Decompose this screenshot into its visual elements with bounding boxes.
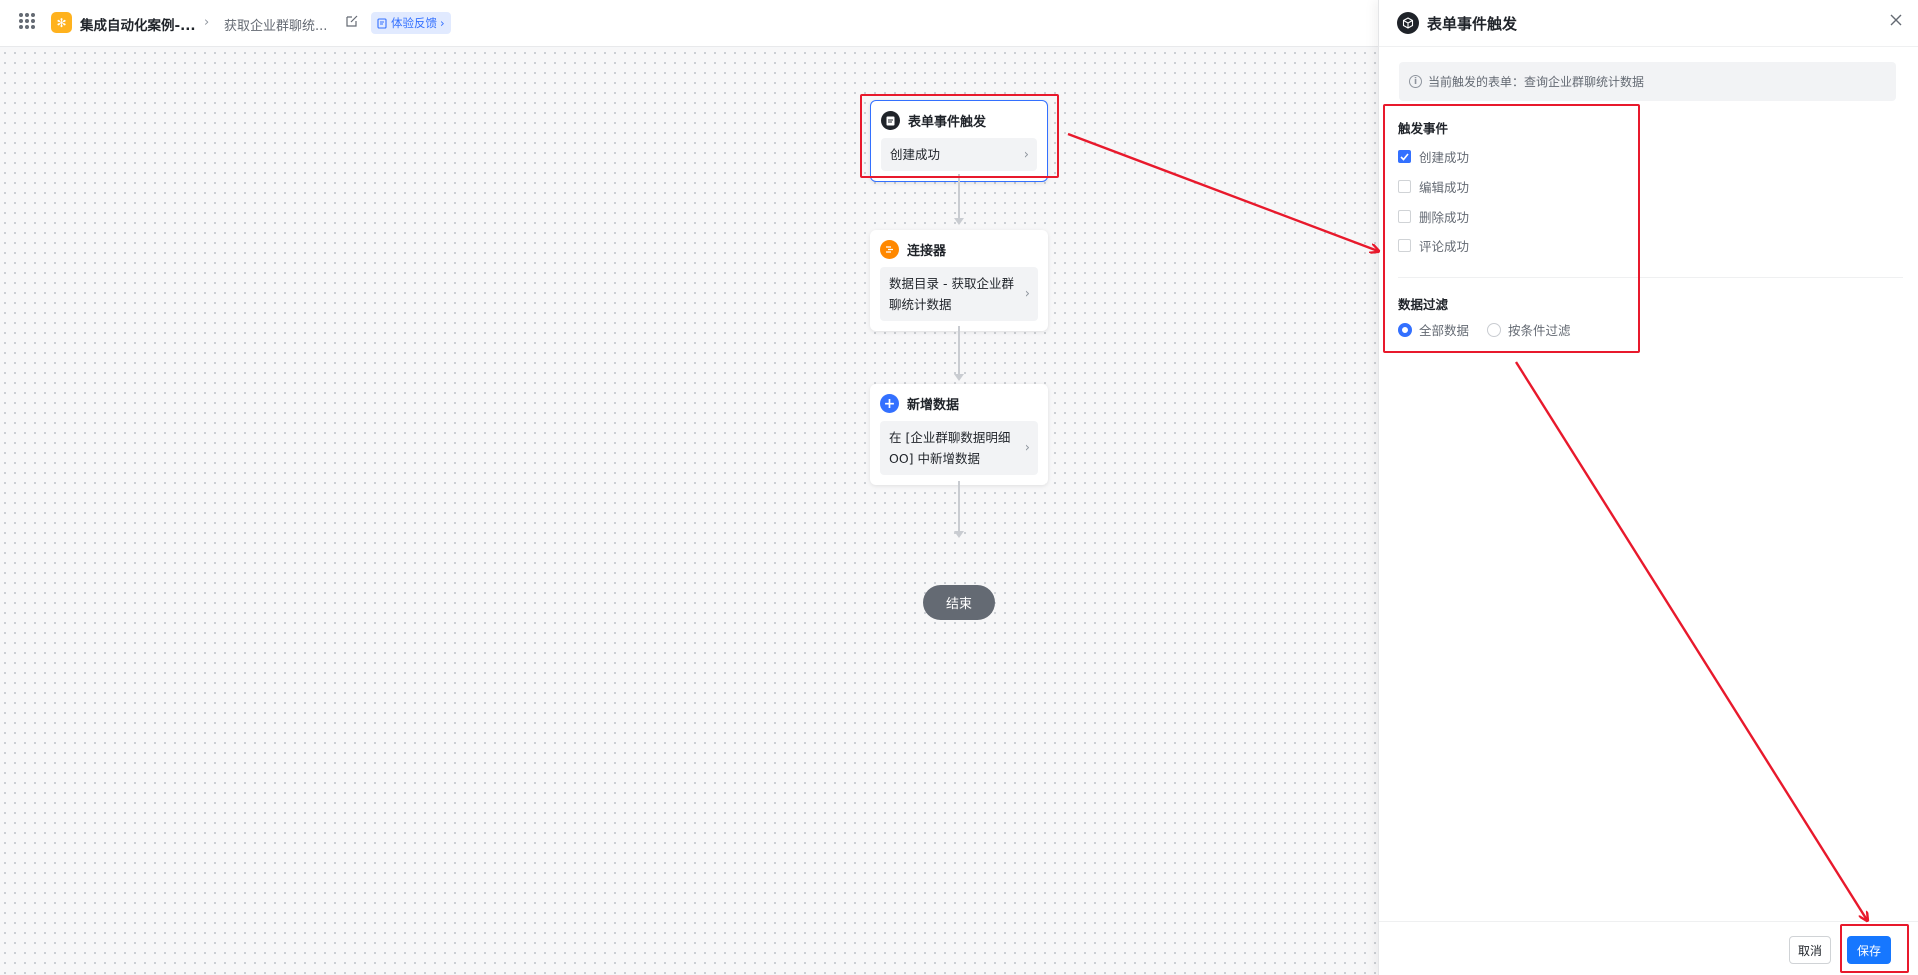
arrow-down-icon [954, 374, 964, 381]
node-body[interactable]: 在 [企业群聊数据明细OO] 中新增数据 › [880, 421, 1038, 475]
connector-icon [880, 240, 899, 259]
current-form-info: i 当前触发的表单：查询企业群聊统计数据 [1399, 62, 1896, 101]
trigger-section-title: 触发事件 [1398, 121, 1449, 136]
checkbox-label: 编辑成功 [1419, 180, 1470, 195]
app-logo-icon: ✻ [51, 12, 72, 33]
section-divider [1398, 277, 1903, 278]
arrow-down-icon [954, 531, 964, 538]
top-bar: ✻ 集成自动化案例-... › 获取企业群聊统... 体验反馈 › [0, 0, 1378, 47]
radio-label: 按条件过滤 [1508, 323, 1571, 338]
save-button[interactable]: 保存 [1847, 936, 1891, 964]
cancel-button[interactable]: 取消 [1789, 936, 1831, 964]
feedback-label: 体验反馈 [391, 16, 437, 30]
checkbox-unchecked[interactable] [1398, 239, 1411, 252]
trigger-event-create[interactable]: 创建成功 [1398, 147, 1469, 166]
connector-line [958, 481, 960, 533]
end-node[interactable]: 结束 [923, 585, 995, 620]
connector-line [958, 326, 960, 376]
flow-name-breadcrumb[interactable]: 获取企业群聊统... [224, 15, 327, 34]
node-title: 新增数据 [907, 398, 960, 413]
filter-section-title: 数据过滤 [1398, 297, 1449, 312]
node-body[interactable]: 创建成功 › [881, 138, 1037, 171]
panel-title: 表单事件触发 [1427, 14, 1518, 33]
apps-grid-icon[interactable] [19, 13, 35, 29]
node-body-text: 数据目录 - 获取企业群聊统计数据 [889, 276, 1014, 312]
flow-node-trigger[interactable]: 表单事件触发 创建成功 › [870, 100, 1048, 182]
flow-canvas[interactable]: 表单事件触发 创建成功 › 连接器 数据目录 - 获取企业群聊统计数据 › + … [0, 48, 1378, 975]
chevron-right-icon: › [440, 16, 445, 30]
panel-footer: 取消 保存 [1379, 921, 1918, 975]
filter-option-conditional[interactable]: 按条件过滤 [1487, 320, 1571, 339]
chevron-right-icon: › [1024, 286, 1030, 302]
checkbox-checked[interactable] [1398, 150, 1411, 163]
chevron-right-icon: › [204, 15, 210, 30]
plus-icon: + [880, 394, 899, 413]
close-icon[interactable] [1888, 12, 1904, 28]
flow-node-connector[interactable]: 连接器 数据目录 - 获取企业群聊统计数据 › [870, 230, 1048, 331]
node-body[interactable]: 数据目录 - 获取企业群聊统计数据 › [880, 267, 1038, 321]
node-body-text: 创建成功 [890, 147, 941, 162]
trigger-event-edit[interactable]: 编辑成功 [1398, 177, 1469, 196]
node-title: 连接器 [907, 244, 947, 259]
trigger-event-delete[interactable]: 删除成功 [1398, 207, 1469, 226]
node-config-panel: 表单事件触发 i 当前触发的表单：查询企业群聊统计数据 触发事件 创建成功 编辑… [1378, 0, 1918, 975]
feedback-icon [377, 17, 387, 29]
edit-icon[interactable] [345, 14, 359, 28]
box-icon [1397, 12, 1419, 34]
checkbox-unchecked[interactable] [1398, 210, 1411, 223]
info-text: 当前触发的表单：查询企业群聊统计数据 [1428, 75, 1645, 89]
chevron-right-icon: › [1024, 440, 1030, 456]
checkbox-label: 创建成功 [1419, 150, 1470, 165]
filter-option-all[interactable]: 全部数据 [1398, 320, 1469, 339]
panel-header: 表单事件触发 [1379, 0, 1918, 47]
checkbox-label: 评论成功 [1419, 239, 1470, 254]
node-title: 表单事件触发 [908, 115, 987, 130]
checkbox-unchecked[interactable] [1398, 180, 1411, 193]
app-name-breadcrumb[interactable]: 集成自动化案例-... [80, 14, 196, 34]
connector-line [958, 174, 960, 219]
radio-selected[interactable] [1398, 322, 1412, 337]
node-body-text: 在 [企业群聊数据明细OO] 中新增数据 [889, 430, 1011, 466]
chevron-right-icon: › [1023, 147, 1029, 162]
checkbox-label: 删除成功 [1419, 210, 1470, 225]
feedback-button[interactable]: 体验反馈 › [371, 12, 451, 34]
form-icon [881, 111, 900, 130]
radio-label: 全部数据 [1419, 323, 1470, 338]
trigger-event-comment[interactable]: 评论成功 [1398, 236, 1469, 255]
flow-node-add-data[interactable]: + 新增数据 在 [企业群聊数据明细OO] 中新增数据 › [870, 384, 1048, 485]
arrow-down-icon [954, 218, 964, 225]
info-icon: i [1409, 75, 1422, 88]
radio-unselected[interactable] [1487, 322, 1501, 337]
